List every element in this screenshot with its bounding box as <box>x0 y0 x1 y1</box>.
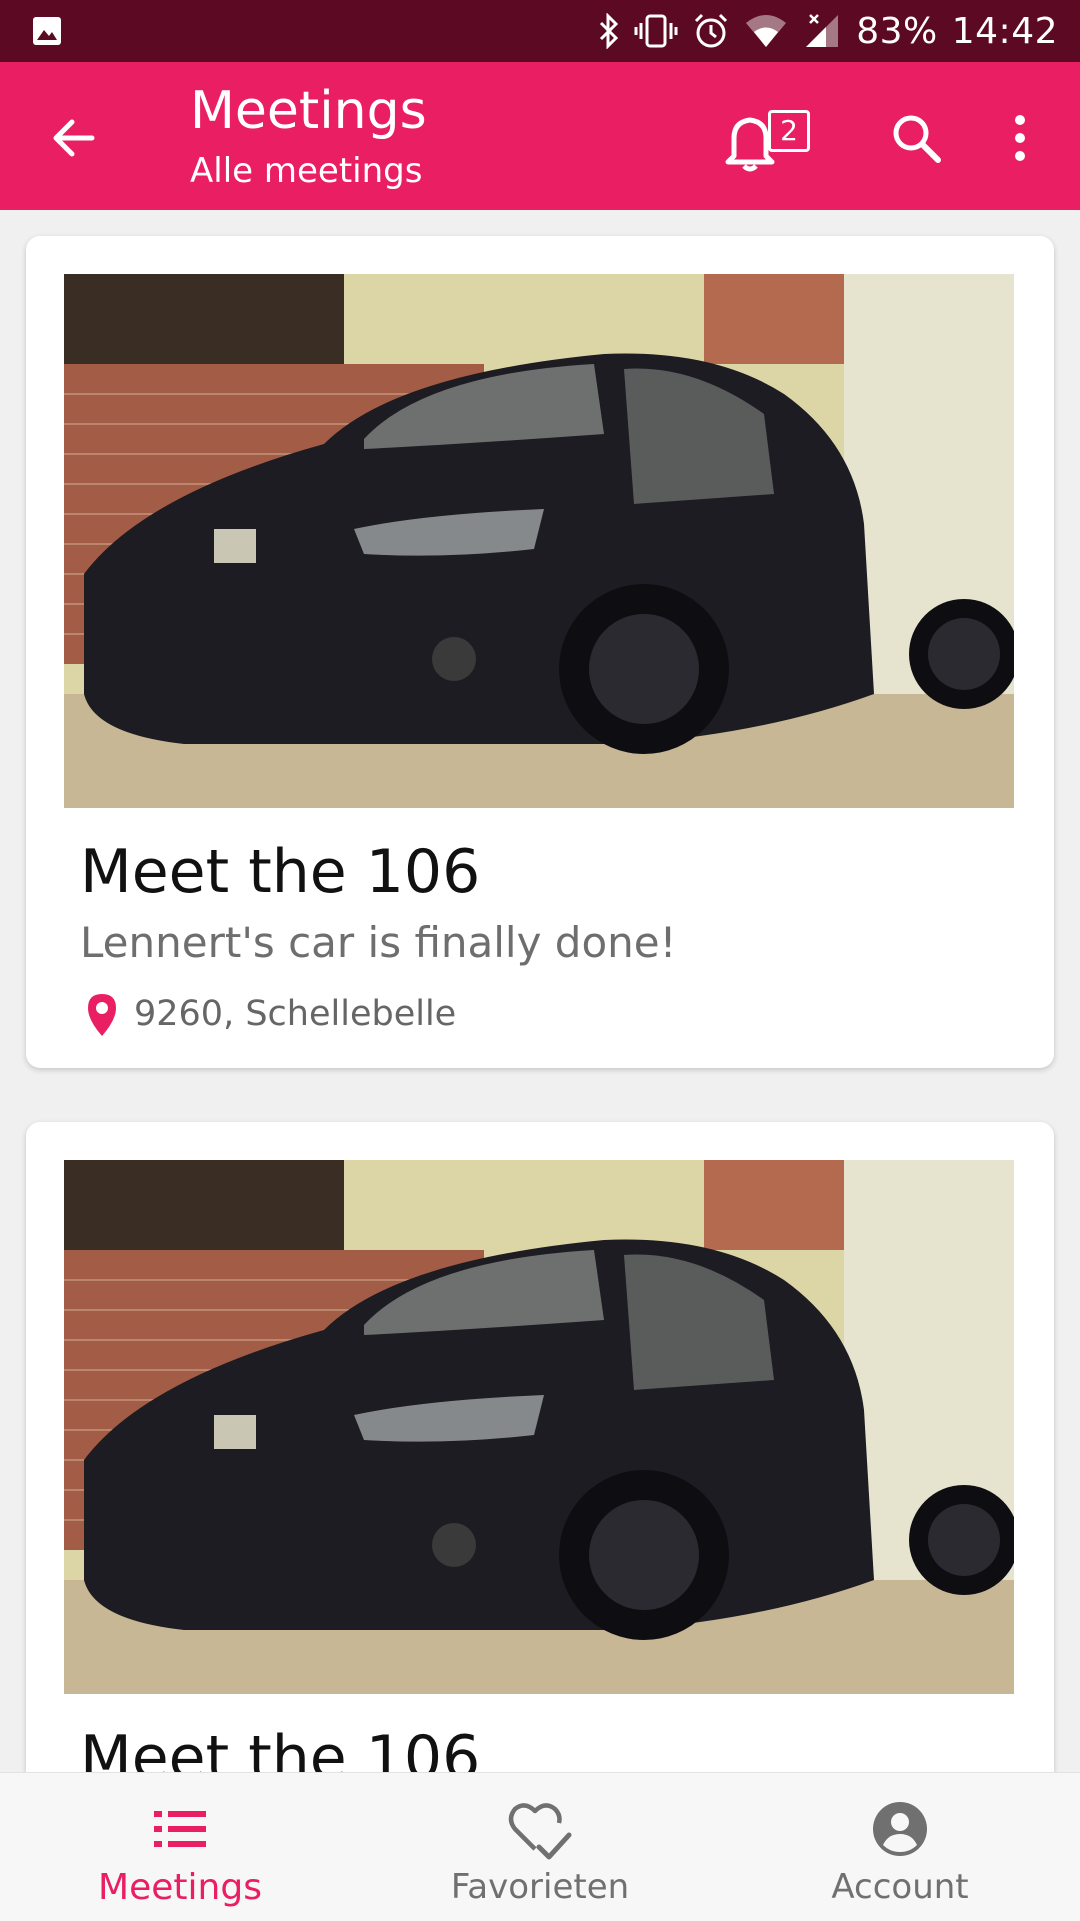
meetings-list[interactable]: Meet the 106 Lennert's car is finally do… <box>0 210 1080 1772</box>
wifi-icon <box>746 15 787 47</box>
meeting-title: Meet the 106 <box>80 837 481 907</box>
more-options-button[interactable] <box>990 102 1050 174</box>
status-bar: 83% 14:42 <box>0 0 1080 62</box>
meeting-location: 9260, Schellebelle <box>80 988 456 1040</box>
meeting-description: Lennert's car is finally done! <box>80 918 677 967</box>
nav-item-meetings[interactable]: Meetings <box>0 1773 360 1921</box>
alarm-icon <box>695 13 728 48</box>
notifications-button[interactable]: 2 <box>724 100 824 180</box>
location-text: 9260, Schellebelle <box>134 994 457 1034</box>
nav-label-favorieten: Favorieten <box>450 1867 630 1907</box>
list-icon <box>154 1811 206 1847</box>
nav-item-account[interactable]: Account <box>720 1773 1080 1921</box>
meeting-card[interactable]: Meet the 106 <box>26 1122 1054 1772</box>
nav-label-meetings: Meetings <box>98 1867 262 1908</box>
back-arrow-icon <box>53 119 95 157</box>
page-title: Meetings <box>190 81 427 141</box>
image-icon <box>33 17 61 45</box>
nav-item-favorieten[interactable]: Favorieten <box>360 1773 720 1921</box>
location-pin-icon <box>88 994 116 1036</box>
bottom-navigation: Meetings Favorieten Account <box>0 1772 1080 1921</box>
bluetooth-icon <box>600 13 619 49</box>
nav-label-account: Account <box>831 1867 969 1907</box>
back-button[interactable] <box>38 102 110 174</box>
vibrate-icon <box>634 14 678 48</box>
more-vert-icon <box>1015 115 1025 161</box>
car-photo <box>64 1160 1014 1694</box>
battery-level: 83% <box>856 10 938 52</box>
signal-icon <box>806 14 839 47</box>
meeting-title: Meet the 106 <box>80 1723 481 1772</box>
clock: 14:42 <box>951 10 1058 52</box>
meeting-card[interactable]: Meet the 106 Lennert's car is finally do… <box>26 236 1054 1068</box>
heart-check-icon <box>508 1803 572 1860</box>
search-button[interactable] <box>880 102 952 174</box>
app-bar: Meetings Alle meetings 2 <box>0 62 1080 210</box>
car-photo <box>64 274 1014 808</box>
account-circle-icon <box>873 1802 927 1856</box>
page-subtitle: Alle meetings <box>190 151 423 191</box>
notification-badge: 2 <box>768 110 810 152</box>
search-icon <box>893 115 941 163</box>
